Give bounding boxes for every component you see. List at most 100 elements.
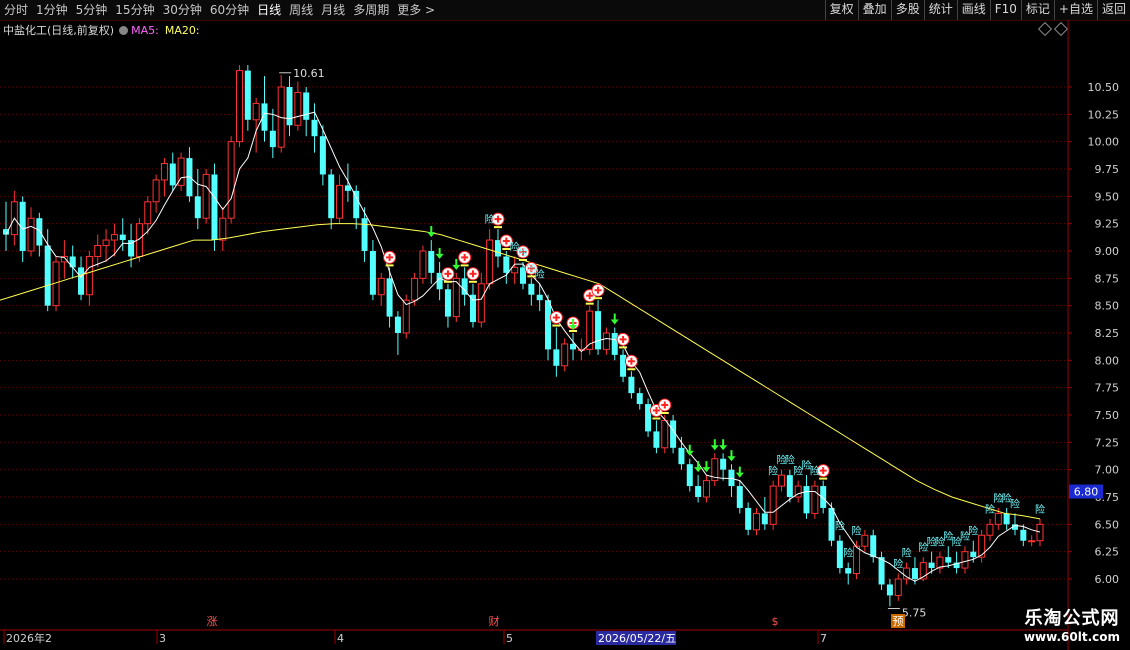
price-axis-label: 8.75 xyxy=(1095,272,1120,285)
candle-body xyxy=(402,299,410,334)
candle-body xyxy=(85,255,93,296)
down-arrow-icon xyxy=(685,450,694,456)
candle-body xyxy=(386,278,393,317)
candle-body xyxy=(611,333,618,355)
candle-body xyxy=(235,70,243,143)
signal-underline xyxy=(493,226,502,229)
watermark: 乐淘公式网 www.60lt.com xyxy=(1024,604,1120,644)
candle-body xyxy=(653,431,660,448)
candle-body xyxy=(745,507,752,530)
down-arrow-icon xyxy=(435,253,444,259)
signal-underline xyxy=(519,258,527,261)
candle-body xyxy=(561,343,569,367)
price-axis-label: 9.25 xyxy=(1095,218,1120,231)
event-marker: 涨 xyxy=(207,615,218,628)
price-axis-label: 8.25 xyxy=(1095,327,1120,340)
candle-body xyxy=(994,512,1002,525)
candle-body xyxy=(945,557,952,563)
risk-marker: 险 xyxy=(485,213,495,226)
price-axis-label: 10.00 xyxy=(1088,136,1120,149)
candle-body xyxy=(303,92,310,120)
signal-underline xyxy=(652,417,661,420)
risk-marker: 险 xyxy=(810,465,820,478)
candle-body xyxy=(486,239,494,285)
candle-body xyxy=(119,234,126,241)
candle-body xyxy=(477,283,485,323)
candle-body xyxy=(636,393,643,405)
candle-body xyxy=(78,267,85,295)
price-axis-label: 7.25 xyxy=(1095,436,1120,449)
price-axis-label: 8.50 xyxy=(1095,300,1120,313)
candle-body xyxy=(160,163,168,181)
candle-body xyxy=(861,534,869,547)
price-axis-label: 6.25 xyxy=(1095,546,1120,559)
candlesticks xyxy=(3,65,1044,607)
candle-body xyxy=(978,534,986,558)
candle-body xyxy=(769,485,777,525)
price-axis-label: 6.50 xyxy=(1095,518,1120,531)
candle-body xyxy=(878,557,885,585)
candle-body xyxy=(970,551,977,558)
date-label: 3 xyxy=(159,632,166,645)
candle-body xyxy=(419,250,427,279)
candle-body xyxy=(428,251,435,273)
candle-body xyxy=(27,217,35,252)
candle-body xyxy=(661,419,669,449)
signal-underline xyxy=(585,302,594,305)
candle-body xyxy=(511,266,519,274)
kline-chart[interactable]: 10.615.75险险险险险险险险险险险险险险险险 险险险险险险险险险险险险 10… xyxy=(0,0,1130,650)
risk-marker: 险 xyxy=(785,454,795,467)
signal-underline xyxy=(460,264,469,267)
down-arrow-icon xyxy=(610,319,619,325)
candle-body xyxy=(202,173,210,219)
candle-body xyxy=(377,277,385,296)
candle-body xyxy=(211,174,218,241)
candle-body xyxy=(845,568,852,574)
candle-body xyxy=(928,562,935,569)
candle-body xyxy=(728,469,735,487)
candle-body xyxy=(444,289,451,317)
candle-body xyxy=(1020,529,1027,541)
price-axis-label: 7.75 xyxy=(1095,382,1120,395)
candle-body xyxy=(361,218,368,251)
candle-body xyxy=(1003,513,1010,525)
candle-body xyxy=(244,70,251,120)
price-axis-label: 6.00 xyxy=(1095,573,1120,586)
date-label: 4 xyxy=(337,632,344,645)
date-label: 2026年2 xyxy=(6,631,52,645)
candle-body xyxy=(828,507,835,541)
candle-body xyxy=(528,283,535,295)
date-label: 7 xyxy=(820,632,827,645)
down-arrow-icon xyxy=(710,445,719,451)
candle-body xyxy=(811,485,819,514)
candle-body xyxy=(94,245,102,257)
candle-body xyxy=(336,184,344,219)
candle-body xyxy=(886,584,893,596)
candle-body xyxy=(645,404,652,432)
signal-underline xyxy=(660,412,669,414)
candle-body xyxy=(803,486,810,514)
candle-body xyxy=(836,540,843,569)
signal-underline xyxy=(468,280,477,283)
candle-body xyxy=(44,245,51,306)
price-axis: 10.50 10.25 10.00 9.75 9.50 9.25 9.00 8.75 8.50 8… xyxy=(1068,81,1119,586)
signal-underline xyxy=(627,368,636,371)
candle-body xyxy=(110,234,118,241)
candle-body xyxy=(319,136,326,175)
price-axis-label: 9.50 xyxy=(1095,190,1120,203)
cursor-date-label: 2026/05/22/五 xyxy=(598,632,676,645)
candle-body xyxy=(961,551,969,569)
down-arrow-icon xyxy=(735,472,744,478)
candle-body xyxy=(144,201,152,225)
price-axis-label: 8.00 xyxy=(1095,354,1120,367)
candle-body xyxy=(294,91,302,126)
candle-body xyxy=(786,475,793,497)
date-label: 5 xyxy=(506,632,513,645)
candle-body xyxy=(102,239,110,247)
candle-body xyxy=(411,277,419,301)
risk-marker: 险 xyxy=(835,519,845,532)
candle-body xyxy=(628,376,635,394)
down-arrow-icon xyxy=(719,445,728,451)
candle-body xyxy=(219,217,227,241)
candle-body xyxy=(778,474,785,487)
